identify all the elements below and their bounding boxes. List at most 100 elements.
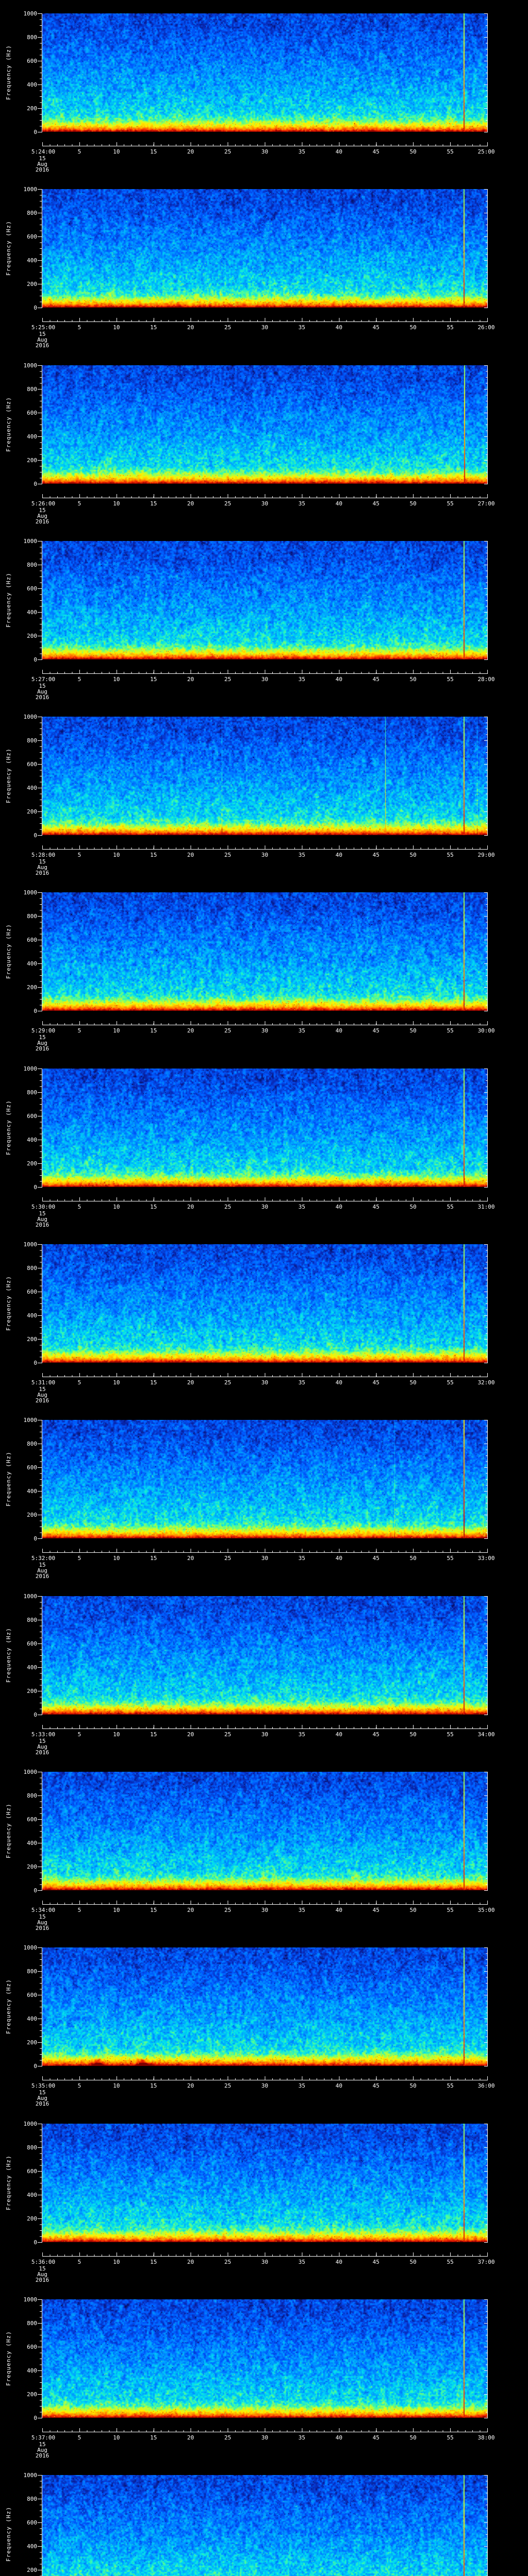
time-tick-label: 10 [113,1731,120,1738]
frequency-tick-label: 400 [27,960,37,967]
time-tick-label: 35 [298,2434,306,2441]
end-time-label: 33:00 [477,1555,495,1562]
time-tick-label: 35 [298,324,306,331]
start-time-label: 5:32:00 [31,1555,56,1562]
frequency-tick-label: 200 [27,984,37,991]
start-time-label: 5:35:00 [31,2082,56,2089]
time-tick-label: 30 [261,1731,269,1738]
frequency-tick-label: 200 [27,1863,37,1870]
y-axis-minor-ticks-right [486,2124,487,2243]
frequency-tick-label: 800 [27,1265,37,1272]
frequency-axis-title: Frequency (Hz) [5,1100,12,1156]
frequency-tick-label: 800 [27,1089,37,1096]
date-label-line: 2016 [35,1222,50,1228]
frequency-tick-label: 800 [27,737,37,744]
frequency-axis-title: Frequency (Hz) [5,1979,12,2035]
time-tick-label: 30 [261,1204,269,1210]
time-tick-label: 5 [77,1204,81,1210]
x-axis-minor-ticks [42,1727,488,1728]
frequency-tick-label: 200 [27,2039,37,2046]
frequency-tick-label: 1000 [23,2296,38,2303]
time-tick-label: 55 [447,1731,454,1738]
time-tick-label: 40 [335,2259,342,2265]
frequency-tick-label: 400 [27,2367,37,2374]
start-time-label: 5:31:00 [31,1379,56,1386]
spectrogram-heatmap-canvas [42,1069,487,1187]
spectrogram-panel: Frequency (Hz) 0 200 400 600 800 1000 5:29:00 5 1… [0,879,528,1055]
time-tick-label: 35 [298,852,306,858]
time-tick-label: 30 [261,852,269,858]
y-axis-minor-ticks-right [486,365,487,484]
time-tick-label: 20 [187,676,194,683]
frequency-tick-label: 600 [27,1113,37,1120]
time-tick-label: 25 [224,2082,232,2089]
y-axis-minor-ticks-right [486,2475,487,2576]
spectrogram-heatmap-canvas [42,2124,487,2242]
date-label-line: 2016 [35,1925,50,1931]
end-time-label: 26:00 [477,324,495,331]
frequency-tick-label: 200 [27,633,37,639]
spectrogram-panel: Frequency (Hz) 0 200 400 600 800 1000 5:25:00 5 1… [0,176,528,352]
x-axis-minor-ticks [42,2078,488,2080]
frequency-tick-label: 800 [27,1792,37,1799]
frequency-tick-label: 1000 [23,889,38,896]
frequency-tick-label: 1000 [23,1769,38,1775]
time-tick-label: 45 [372,1731,380,1738]
spectrogram-heatmap-canvas [42,1244,487,1363]
x-axis-line [42,673,488,674]
x-axis-minor-ticks [42,848,488,849]
time-tick-label: 35 [298,1027,306,1034]
y-axis-minor-ticks-left [40,2475,42,2576]
end-time-label: 32:00 [477,1379,495,1386]
time-tick-label: 10 [113,1555,120,1562]
time-tick-label: 25 [224,2259,232,2265]
frequency-tick-label: 600 [27,58,37,64]
frequency-tick-label: 600 [27,1640,37,1647]
time-tick-label: 5 [77,676,81,683]
y-axis-line-right [487,13,488,132]
start-time-label: 5:27:00 [31,676,56,683]
y-axis-minor-ticks-left [40,541,42,660]
date-label-line: 2016 [35,1397,50,1404]
frequency-tick-label: 800 [27,1440,37,1447]
time-tick-label: 5 [77,1379,81,1386]
time-tick-label: 15 [150,676,157,683]
y-axis-minor-ticks-left [40,1947,42,2066]
x-axis-line [42,1728,488,1729]
y-axis-line-right [487,365,488,484]
frequency-tick-label: 400 [27,2015,37,2022]
spectrogram-panel: Frequency (Hz) 0 200 400 600 800 1000 5:31:00 5 1… [0,1231,528,1407]
time-tick-label: 20 [187,2434,194,2441]
spectrogram-figure: Frequency (Hz) 0 200 400 600 800 1000 5:24:00 5 1… [0,0,528,2576]
time-tick-label: 20 [187,1907,194,1913]
time-tick-label: 45 [372,2259,380,2265]
x-axis-line [42,2256,488,2257]
y-axis-minor-ticks-left [40,1244,42,1363]
time-tick-label: 25 [224,2434,232,2441]
time-tick-label: 35 [298,1379,306,1386]
time-tick-label: 45 [372,2434,380,2441]
time-tick-label: 40 [335,2082,342,2089]
time-tick-label: 30 [261,148,269,155]
spectrogram-heatmap-canvas [42,2475,487,2576]
time-tick-label: 30 [261,500,269,507]
end-time-label: 37:00 [477,2259,495,2265]
frequency-tick-label: 0 [34,2063,37,2070]
y-axis-minor-ticks-right [486,13,487,132]
time-tick-label: 45 [372,1027,380,1034]
frequency-tick-label: 400 [27,1664,37,1671]
frequency-axis-title: Frequency (Hz) [5,572,12,628]
frequency-tick-label: 400 [27,2543,37,2550]
frequency-tick-label: 0 [34,1535,37,1542]
x-axis-line [42,1552,488,1553]
time-tick-label: 35 [298,676,306,683]
time-tick-label: 5 [77,2434,81,2441]
time-tick-label: 5 [77,2082,81,2089]
time-tick-label: 50 [409,1204,417,1210]
time-tick-label: 20 [187,500,194,507]
frequency-tick-label: 1000 [23,538,38,545]
frequency-tick-label: 600 [27,2519,37,2526]
y-axis-minor-ticks-right [486,1244,487,1363]
y-axis-line-right [487,2124,488,2243]
time-tick-label: 5 [77,148,81,155]
